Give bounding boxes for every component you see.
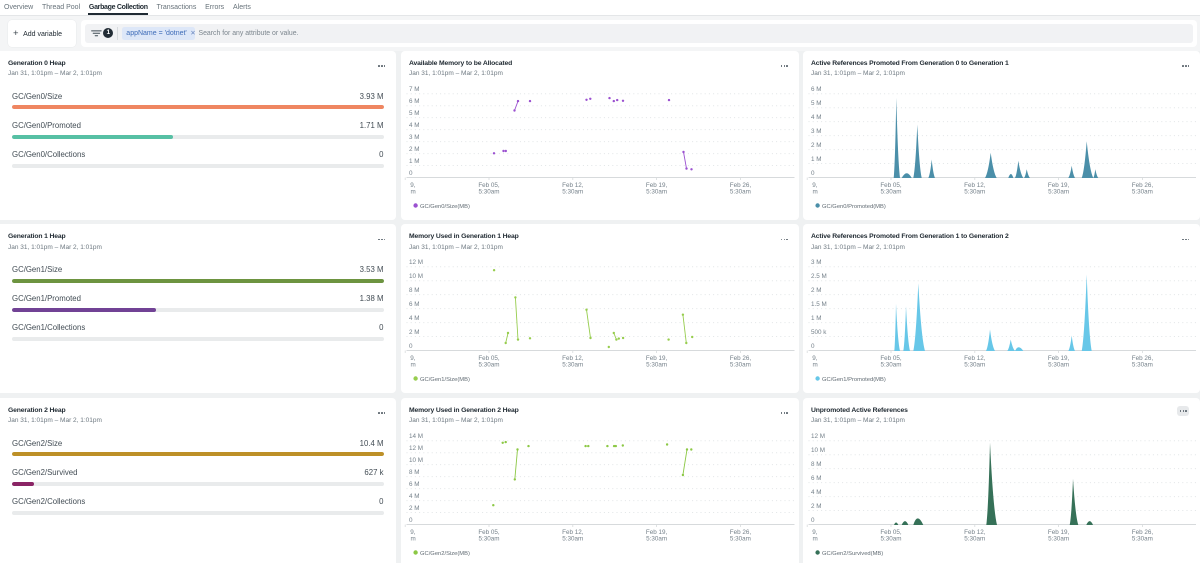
svg-text:7 M: 7 M	[409, 86, 420, 93]
svg-text:1 M: 1 M	[409, 157, 420, 164]
svg-text:5 M: 5 M	[811, 100, 822, 107]
svg-text:2 M: 2 M	[811, 502, 822, 509]
svg-text:2 M: 2 M	[811, 142, 822, 149]
svg-text:4 M: 4 M	[409, 315, 420, 322]
svg-text:5:30am: 5:30am	[646, 362, 667, 369]
svg-text:5:30am: 5:30am	[964, 362, 985, 369]
svg-text:10 M: 10 M	[409, 457, 423, 464]
svg-text:6 M: 6 M	[409, 301, 420, 308]
svg-text:1 M: 1 M	[811, 315, 822, 322]
svg-text:5:30am: 5:30am	[562, 362, 583, 369]
svg-text:4 M: 4 M	[409, 122, 420, 129]
svg-text:2 M: 2 M	[409, 504, 420, 511]
svg-text:GC/Gen2/Survived(MB): GC/Gen2/Survived(MB)	[822, 550, 883, 556]
svg-text:5:30am: 5:30am	[964, 535, 985, 542]
svg-text:1 M: 1 M	[811, 155, 822, 162]
svg-text:8 M: 8 M	[409, 469, 420, 476]
svg-text:5:30am: 5:30am	[803, 188, 818, 195]
svg-text:5:30am: 5:30am	[1132, 188, 1153, 195]
svg-text:5:30am: 5:30am	[562, 535, 583, 542]
svg-text:0: 0	[409, 169, 413, 176]
svg-text:5:30am: 5:30am	[401, 362, 416, 369]
svg-text:GC/Gen1/Promoted(MB): GC/Gen1/Promoted(MB)	[822, 377, 886, 383]
svg-text:2 M: 2 M	[811, 287, 822, 294]
svg-text:5:30am: 5:30am	[730, 535, 751, 542]
svg-text:5:30am: 5:30am	[1132, 362, 1153, 369]
svg-text:0: 0	[811, 516, 815, 523]
svg-text:6 M: 6 M	[811, 86, 822, 93]
svg-text:10 M: 10 M	[409, 273, 423, 280]
svg-text:8 M: 8 M	[409, 287, 420, 294]
svg-text:5:30am: 5:30am	[646, 535, 667, 542]
svg-text:5:30am: 5:30am	[964, 188, 985, 195]
svg-text:5:30am: 5:30am	[730, 188, 751, 195]
svg-text:GC/Gen1/Size(MB): GC/Gen1/Size(MB)	[420, 377, 470, 383]
svg-text:5:30am: 5:30am	[562, 188, 583, 195]
svg-text:5:30am: 5:30am	[478, 362, 499, 369]
svg-text:12 M: 12 M	[409, 259, 423, 266]
svg-text:5 M: 5 M	[409, 110, 420, 117]
svg-text:5:30am: 5:30am	[478, 188, 499, 195]
svg-text:0: 0	[409, 343, 413, 350]
svg-text:2 M: 2 M	[409, 146, 420, 153]
svg-text:10 M: 10 M	[811, 447, 825, 454]
svg-text:4 M: 4 M	[811, 114, 822, 121]
svg-text:5:30am: 5:30am	[1132, 535, 1153, 542]
svg-text:5:30am: 5:30am	[880, 535, 901, 542]
svg-text:0: 0	[811, 343, 815, 350]
svg-text:5:30am: 5:30am	[646, 188, 667, 195]
svg-text:12 M: 12 M	[409, 445, 423, 452]
svg-text:3 M: 3 M	[811, 128, 822, 135]
svg-text:6 M: 6 M	[409, 481, 420, 488]
svg-text:5:30am: 5:30am	[803, 535, 818, 542]
svg-text:6 M: 6 M	[409, 98, 420, 105]
svg-text:2.5 M: 2.5 M	[811, 273, 827, 280]
svg-text:0: 0	[811, 169, 815, 176]
svg-text:4 M: 4 M	[811, 489, 822, 496]
svg-text:5:30am: 5:30am	[478, 535, 499, 542]
svg-text:14 M: 14 M	[409, 433, 423, 440]
svg-text:6 M: 6 M	[811, 475, 822, 482]
svg-text:5:30am: 5:30am	[401, 188, 416, 195]
svg-text:5:30am: 5:30am	[730, 362, 751, 369]
svg-text:12 M: 12 M	[811, 433, 825, 440]
svg-text:5:30am: 5:30am	[1048, 362, 1069, 369]
svg-text:1.5 M: 1.5 M	[811, 301, 827, 308]
svg-text:3 M: 3 M	[811, 259, 822, 266]
svg-text:8 M: 8 M	[811, 461, 822, 468]
svg-text:GC/Gen2/Size(MB): GC/Gen2/Size(MB)	[420, 550, 470, 556]
svg-text:5:30am: 5:30am	[401, 535, 416, 542]
svg-text:GC/Gen0/Size(MB): GC/Gen0/Size(MB)	[420, 203, 470, 209]
svg-text:GC/Gen0/Promoted(MB): GC/Gen0/Promoted(MB)	[822, 203, 886, 209]
svg-text:5:30am: 5:30am	[880, 188, 901, 195]
svg-text:5:30am: 5:30am	[1048, 188, 1069, 195]
svg-text:5:30am: 5:30am	[880, 362, 901, 369]
svg-text:5:30am: 5:30am	[1048, 535, 1069, 542]
svg-text:2 M: 2 M	[409, 329, 420, 336]
svg-text:500 k: 500 k	[811, 329, 827, 336]
svg-text:4 M: 4 M	[409, 493, 420, 500]
svg-text:5:30am: 5:30am	[803, 362, 818, 369]
svg-text:0: 0	[409, 516, 413, 523]
svg-text:3 M: 3 M	[409, 134, 420, 141]
